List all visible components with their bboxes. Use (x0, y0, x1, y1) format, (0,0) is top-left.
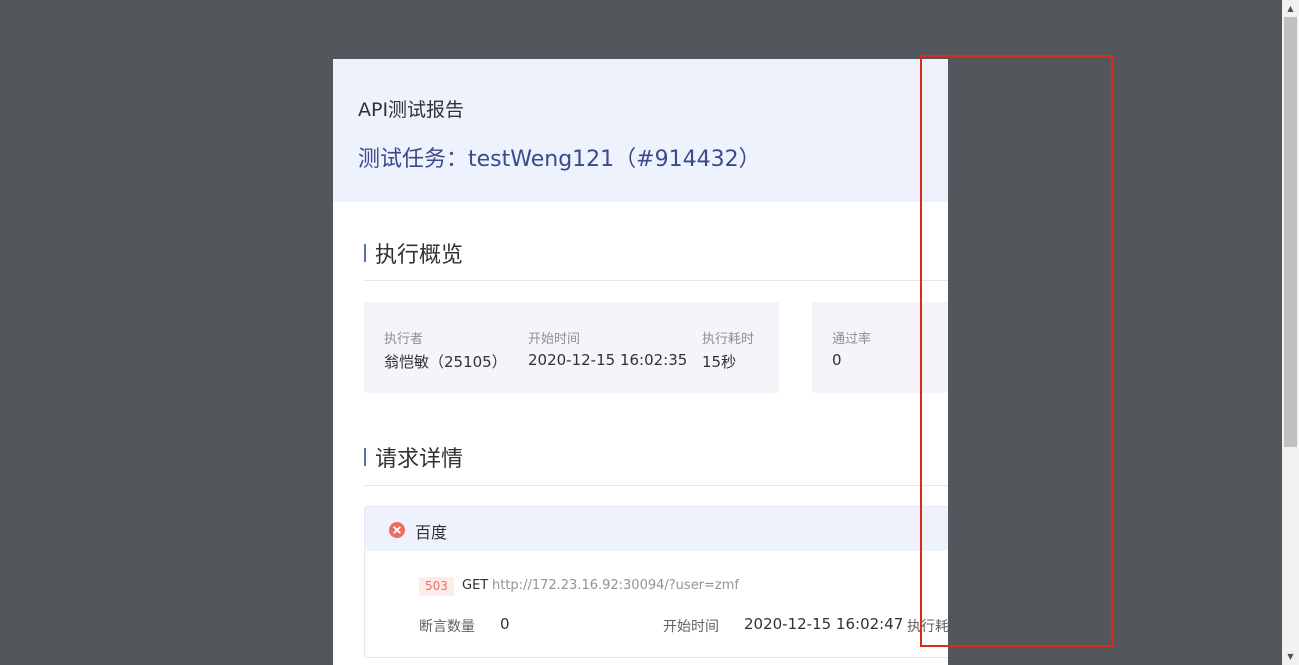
overview-divider (364, 280, 948, 281)
overview-card-execution: 执行者 翁恺敏（25105） 开始时间 2020-12-15 16:02:35 … (364, 302, 779, 393)
duration-value: 15秒 (702, 353, 737, 371)
pass-rate-value: 0 (832, 351, 842, 369)
request-url: http://172.23.16.92:30094/?user=zmf (492, 578, 739, 593)
request-name: 百度 (415, 523, 448, 542)
request-item[interactable]: 百度 503 GET http://172.23.16.92:30094/?us… (364, 506, 948, 658)
section-bar (364, 244, 366, 262)
status-code-badge: 503 (419, 577, 454, 596)
start-time-label: 开始时间 (528, 332, 581, 347)
report-title: API测试报告 (358, 99, 465, 121)
requests-section-title: 请求详情 (364, 441, 463, 473)
report-panel: API测试报告 测试任务：testWeng121（#914432） 执行概览 执… (333, 59, 948, 665)
assert-count-value: 0 (500, 615, 510, 633)
request-item-header[interactable]: 百度 (365, 507, 948, 551)
overview-section-title: 执行概览 (364, 237, 463, 269)
error-circle-icon (389, 522, 405, 538)
report-header: API测试报告 测试任务：testWeng121（#914432） (333, 59, 948, 202)
highlight-rectangle (920, 55, 1113, 647)
duration-label: 执行耗时 (702, 332, 755, 347)
pass-rate-label: 通过率 (832, 332, 872, 347)
requests-section-label: 请求详情 (375, 447, 464, 472)
scroll-up-icon[interactable]: ▲ (1282, 0, 1299, 17)
overview-section-label: 执行概览 (375, 243, 464, 268)
section-bar (364, 448, 366, 466)
start-time-value: 2020-12-15 16:02:35 (528, 351, 688, 369)
scroll-thumb[interactable] (1284, 17, 1297, 447)
executor-value: 翁恺敏（25105） (384, 353, 507, 371)
vertical-scrollbar[interactable]: ▲ ▼ (1282, 0, 1299, 665)
request-start-label: 开始时间 (663, 619, 719, 635)
requests-divider (364, 485, 948, 486)
request-method: GET (462, 578, 489, 593)
assert-count-label: 断言数量 (419, 619, 475, 635)
scroll-down-icon[interactable]: ▼ (1282, 648, 1299, 665)
executor-label: 执行者 (384, 332, 424, 347)
task-title: 测试任务：testWeng121（#914432） (358, 147, 761, 172)
request-start-value: 2020-12-15 16:02:47 (744, 615, 904, 633)
